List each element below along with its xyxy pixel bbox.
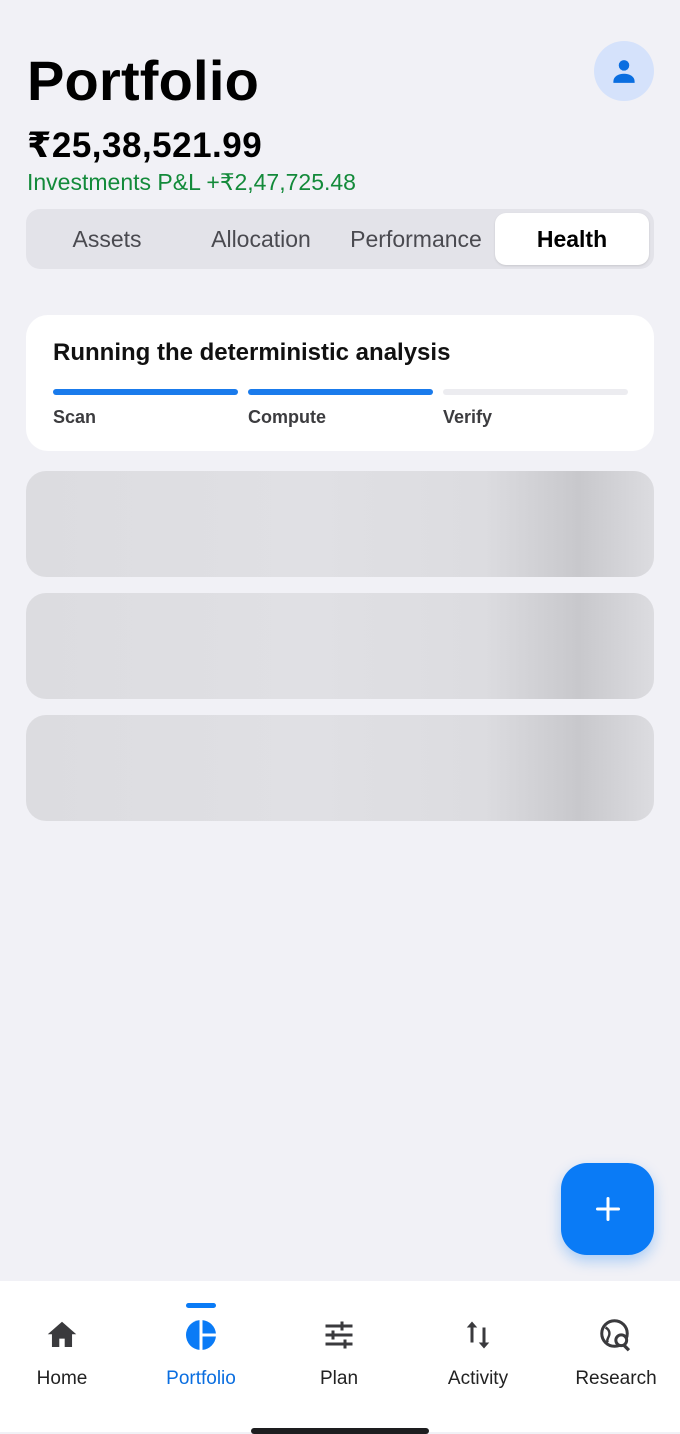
home-icon [47,1321,77,1347]
analysis-title: Running the deterministic analysis [53,339,451,366]
system-home-indicator [251,1428,429,1434]
step-label-verify: Verify [443,407,493,427]
step-progress-bar-verify [443,389,628,395]
loading-skeleton [26,471,654,577]
portfolio-tabs: Assets Allocation Performance Health [26,209,654,269]
bottom-navigation: Home Portfolio Plan Activity Research [0,1281,680,1432]
nav-label-activity: Activity [447,1368,509,1389]
loading-skeleton [26,593,654,699]
pie-chart-icon [185,1320,216,1350]
tab-health[interactable]: Health [495,213,649,265]
step-label-compute: Compute [248,407,326,427]
investments-pnl: Investments P&L +₹2,47,725.48 [27,169,356,195]
nav-label-research: Research [575,1368,657,1389]
analysis-progress-card: Running the deterministic analysis Scan … [26,315,654,451]
sliders-icon [325,1321,353,1349]
step-progress-bar-compute [248,389,433,395]
loading-skeleton [26,715,654,821]
nav-label-plan: Plan [319,1368,359,1389]
step-progress-fill [248,389,433,395]
plus-icon [595,1197,620,1221]
tab-performance[interactable]: Performance [339,213,493,265]
nav-item-research[interactable]: Research [548,1281,680,1411]
step-progress-fill [53,389,238,395]
active-tab-indicator [186,1303,216,1308]
person-icon [613,60,635,83]
tab-assets[interactable]: Assets [30,213,184,265]
page-title: Portfolio [27,49,259,112]
nav-label-home: Home [36,1368,88,1389]
up-down-arrows-icon [466,1321,490,1349]
step-progress-bar-scan [53,389,238,395]
nav-item-portfolio[interactable]: Portfolio [133,1281,269,1411]
nav-item-activity[interactable]: Activity [410,1281,546,1411]
profile-avatar-button[interactable] [594,41,654,101]
tab-allocation[interactable]: Allocation [184,213,338,265]
nav-item-home[interactable]: Home [0,1281,130,1411]
add-button[interactable] [561,1163,654,1255]
step-label-scan: Scan [53,407,97,427]
nav-label-portfolio: Portfolio [166,1368,236,1389]
nav-item-plan[interactable]: Plan [271,1281,407,1411]
portfolio-total-value: ₹25,38,521.99 [27,126,263,165]
globe-search-icon [600,1319,631,1352]
